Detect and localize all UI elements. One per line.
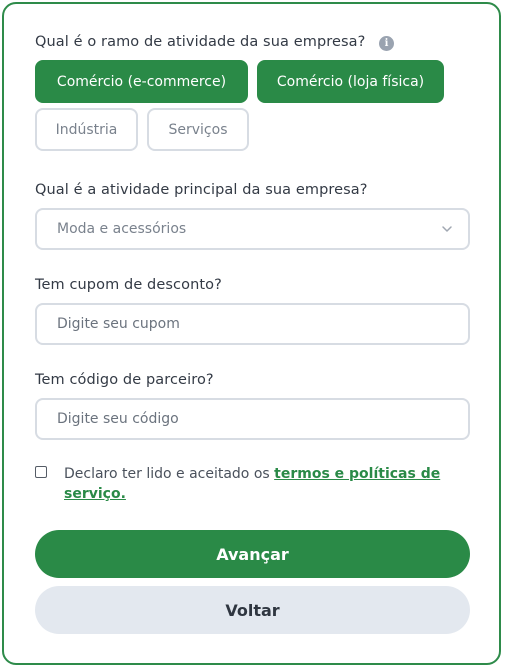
- activity-select[interactable]: Moda e acessórios: [35, 208, 470, 250]
- info-icon[interactable]: i: [379, 36, 394, 51]
- segment-chip-industria[interactable]: Indústria: [35, 108, 138, 151]
- activity-question-label: Qual é a atividade principal da sua empr…: [35, 182, 368, 198]
- segment-question-label: Qual é o ramo de atividade da sua empres…: [35, 34, 366, 50]
- partner-field: [35, 398, 470, 440]
- coupon-input[interactable]: [57, 316, 437, 332]
- activity-select-value: Moda e acessórios: [57, 221, 187, 237]
- coupon-question-label: Tem cupom de desconto?: [35, 277, 222, 293]
- partner-question-label: Tem código de parceiro?: [35, 372, 214, 388]
- terms-label: Declaro ter lido e aceitado os: [64, 466, 275, 482]
- segment-chip-servicos[interactable]: Serviços: [147, 108, 249, 151]
- next-button[interactable]: Avançar: [35, 530, 470, 578]
- partner-code-input[interactable]: [57, 411, 437, 427]
- back-button[interactable]: Voltar: [35, 586, 470, 634]
- segment-chip-loja-fisica[interactable]: Comércio (loja física): [257, 60, 444, 103]
- coupon-field: [35, 303, 470, 345]
- terms-text: Declaro ter lido e aceitado os termos e …: [64, 464, 474, 504]
- terms-checkbox[interactable]: [35, 466, 47, 478]
- segment-chip-ecommerce[interactable]: Comércio (e-commerce): [35, 60, 248, 103]
- chevron-down-icon: [442, 226, 452, 232]
